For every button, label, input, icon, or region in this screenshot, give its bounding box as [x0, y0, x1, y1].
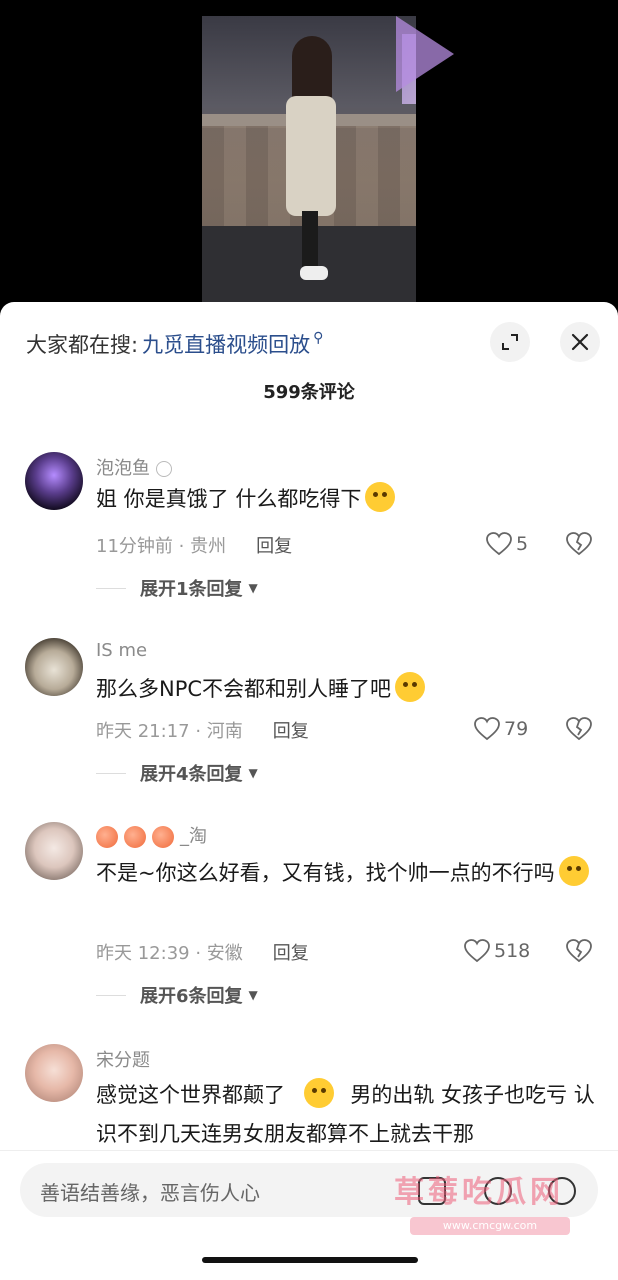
comment-time-location: 昨天 12:39 · 安徽	[96, 943, 243, 964]
username-text: 泡泡鱼	[96, 458, 150, 479]
avatar[interactable]	[25, 822, 83, 880]
comment-count: 599条评论	[263, 382, 355, 403]
avatar[interactable]	[25, 1044, 83, 1102]
bubbles-icon	[155, 461, 172, 477]
video-player[interactable]	[0, 0, 618, 320]
comment-time-location: 昨天 21:17 · 河南	[96, 721, 243, 742]
trending-search-prefix: 大家都在搜:	[26, 333, 139, 357]
avatar[interactable]	[25, 638, 83, 696]
video-arrow-overlay	[396, 16, 454, 92]
chevron-down-icon: ▼	[248, 581, 258, 595]
reply-button[interactable]: 回复	[273, 939, 309, 965]
home-indicator	[202, 1257, 418, 1263]
expand-replies[interactable]: 展开1条回复 ▼	[96, 575, 258, 601]
comment-meta: 昨天 21:17 · 河南 回复	[96, 717, 309, 743]
comment-username[interactable]: _淘	[96, 822, 207, 848]
like-button[interactable]: 518	[464, 939, 530, 963]
broken-heart-icon	[566, 532, 592, 556]
comment-text: 不是~你这么好看，又有钱，找个帅一点的不行吗	[96, 854, 596, 893]
reply-button[interactable]: 回复	[273, 717, 309, 743]
video-figure	[272, 36, 342, 286]
expand-replies[interactable]: 展开6条回复 ▼	[96, 982, 258, 1008]
peach-emoji-icon	[152, 826, 174, 848]
expand-icon	[502, 334, 518, 350]
watermark-url: www.cmcgw.com	[410, 1217, 570, 1235]
comment-input-bar: 善语结善缘，恶言伤人心 草莓吃瓜网 www.cmcgw.com	[0, 1150, 618, 1280]
dislike-button[interactable]	[566, 532, 592, 560]
comment-sheet: 大家都在搜: 九觅直播视频回放 ⚲ 599条评论 泡泡鱼 姐 你是真饿了 什么都…	[0, 302, 618, 1280]
comment-text: 感觉这个世界都颠了 男的出轨 女孩子也吃亏 认识不到几天连男女朋友都算不上就去干…	[96, 1076, 596, 1154]
expand-button[interactable]	[490, 322, 530, 362]
heart-icon	[464, 939, 490, 963]
laugh-cry-emoji-icon	[365, 482, 396, 512]
peach-emoji-icon	[124, 826, 146, 848]
expand-replies-label: 展开6条回复	[140, 986, 243, 1007]
like-button[interactable]: 5	[486, 532, 528, 556]
sweat-laugh-emoji-icon	[303, 1078, 334, 1108]
dislike-button[interactable]	[566, 717, 592, 745]
comment-text: 那么多NPC不会都和别人睡了吧	[96, 670, 596, 709]
watermark-logo: 草莓吃瓜网	[394, 1175, 564, 1210]
like-count: 79	[504, 718, 529, 740]
like-button[interactable]: 79	[474, 717, 528, 741]
comment-meta: 11分钟前 · 贵州 回复	[96, 532, 292, 558]
close-icon	[571, 333, 589, 351]
trending-search[interactable]: 大家都在搜: 九觅直播视频回放 ⚲	[26, 326, 323, 362]
shocked-emoji-icon	[395, 672, 426, 702]
expand-replies-label: 展开4条回复	[140, 764, 243, 785]
like-count: 5	[516, 533, 529, 555]
comment-text: 姐 你是真饿了 什么都吃得下	[96, 480, 596, 519]
comment-username[interactable]: IS me	[96, 640, 147, 661]
avatar[interactable]	[25, 452, 83, 510]
search-icon: ⚲	[313, 330, 324, 346]
chevron-down-icon: ▼	[248, 988, 258, 1002]
expand-replies[interactable]: 展开4条回复 ▼	[96, 760, 258, 786]
expand-replies-label: 展开1条回复	[140, 579, 243, 600]
peach-emoji-icon	[96, 826, 118, 848]
comment-time-location: 11分钟前 · 贵州	[96, 536, 227, 557]
heart-icon	[474, 717, 500, 741]
comment-username[interactable]: 泡泡鱼	[96, 454, 172, 480]
heart-icon	[486, 532, 512, 556]
dislike-button[interactable]	[566, 939, 592, 967]
broken-heart-icon	[566, 717, 592, 741]
like-count: 518	[494, 940, 531, 962]
chevron-down-icon: ▼	[248, 766, 258, 780]
video-frame	[202, 16, 416, 316]
username-text: _淘	[180, 826, 207, 847]
comment-input-placeholder: 善语结善缘，恶言伤人心	[40, 1181, 260, 1205]
close-button[interactable]	[560, 322, 600, 362]
reply-button[interactable]: 回复	[256, 532, 292, 558]
comment-meta: 昨天 12:39 · 安徽 回复	[96, 939, 309, 965]
broken-heart-icon	[566, 939, 592, 963]
comment-username[interactable]: 宋分题	[96, 1046, 150, 1072]
crying-emoji-icon	[558, 856, 589, 886]
trending-search-link[interactable]: 九觅直播视频回放	[142, 329, 310, 359]
